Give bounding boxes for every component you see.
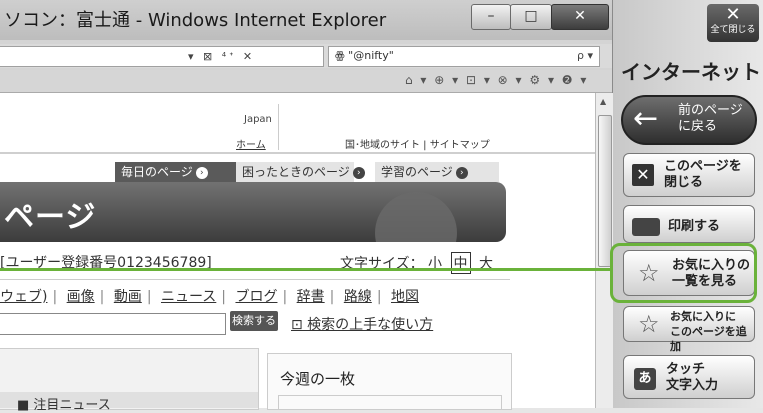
printer-icon	[632, 218, 660, 236]
close-all-button[interactable]: ✕ 全て閉じる	[707, 4, 759, 42]
tab-daily[interactable]: 毎日のページ ›	[115, 162, 237, 182]
search-provider: ꙮ "@nifty"	[335, 49, 394, 62]
close-page-button[interactable]: ✕ このページを 閉じる	[623, 153, 755, 197]
nav-link-map[interactable]: 地図	[391, 289, 419, 305]
highlight-box	[610, 243, 757, 303]
search-category-links: ウェブ) | 画像 | 動画 | ニュース | ブログ | 辞書 | 路線 | 地図	[0, 289, 419, 305]
nav-link-news[interactable]: ニュース	[161, 289, 216, 305]
nav-link-routes[interactable]: 路線	[344, 289, 372, 305]
nav-link-web[interactable]: ウェブ)	[0, 289, 47, 305]
highlight-line	[0, 268, 612, 271]
tab-arrow-icon: ›	[455, 166, 468, 179]
toolbar-icons[interactable]: ⌂ ▾ ⊕ ▾ ⊡ ▾ ⊗ ▾ ⚙ ▾ ❷ ▾	[405, 73, 588, 87]
globe-icon	[375, 192, 457, 242]
close-button[interactable]: ✕	[551, 4, 609, 30]
close-page-icon: ✕	[632, 164, 654, 186]
minimize-button[interactable]: –	[471, 4, 511, 30]
tab-arrow-icon: ›	[195, 166, 208, 179]
week-photo-frame	[278, 395, 502, 409]
search-help-link[interactable]: ⊡ 検索の上手な使い方	[291, 314, 433, 334]
add-favorite-button[interactable]: ☆ お気に入りに このページを追加	[623, 306, 755, 353]
country-links[interactable]: 国･地域のサイト | サイトマップ	[345, 136, 490, 151]
title-bar: ソコン：富士通 - Windows Internet Explorer – □ …	[0, 0, 612, 40]
page-banner: ページ	[0, 182, 506, 242]
region-label: Japan	[244, 114, 272, 125]
address-bar: ▾ ⊠ ⁴ᐩ ✕ ꙮ "@nifty" ρ ▾	[0, 44, 612, 68]
scroll-up-icon[interactable]: ▲	[600, 97, 606, 106]
nav-link-dictionary[interactable]: 辞書	[297, 289, 325, 305]
touch-input-button[interactable]: あ タッチ 文字入力	[623, 355, 755, 399]
tab-arrow-icon: ›	[352, 166, 365, 179]
week-photo-title: 今週の一枚	[280, 370, 356, 388]
banner-title: ページ	[4, 200, 97, 235]
tab-trouble[interactable]: 困ったときのページ ›	[236, 162, 365, 182]
hiragana-icon: あ	[634, 367, 656, 390]
command-bar: ⌂ ▾ ⊕ ▾ ⊡ ▾ ⊗ ▾ ⚙ ▾ ❷ ▾	[0, 70, 612, 93]
print-button[interactable]: 印刷する	[623, 205, 755, 243]
address-icons[interactable]: ▾ ⊠ ⁴ᐩ ✕	[188, 50, 255, 63]
panel-title: インターネット	[621, 60, 761, 84]
scroll-thumb[interactable]	[598, 115, 612, 267]
search-box[interactable]: ꙮ "@nifty" ρ ▾	[328, 46, 600, 67]
nav-link-videos[interactable]: 動画	[114, 289, 142, 305]
search-go-icon[interactable]: ρ ▾	[577, 49, 593, 62]
divider	[0, 279, 510, 280]
news-title: ■ 注目ニュース	[17, 398, 111, 413]
back-button[interactable]: ← 前のページ に戻る	[621, 95, 757, 145]
back-arrow-icon: ←	[633, 101, 659, 136]
nav-link-blog[interactable]: ブログ	[235, 289, 277, 305]
close-icon: ✕	[725, 4, 741, 25]
address-input[interactable]: ▾ ⊠ ⁴ᐩ ✕	[0, 46, 324, 67]
header-rule	[0, 152, 595, 154]
home-link[interactable]: ホーム	[236, 136, 266, 151]
tab-learning[interactable]: 学習のページ ›	[375, 162, 499, 182]
window-title: ソコン：富士通 - Windows Internet Explorer	[4, 10, 387, 31]
maximize-button[interactable]: □	[510, 4, 552, 30]
header-divider	[278, 104, 279, 150]
page-search-button[interactable]: 検索する	[230, 311, 278, 331]
nav-link-images[interactable]: 画像	[67, 289, 95, 305]
star-add-icon: ☆	[638, 310, 660, 338]
page-search-input[interactable]	[0, 313, 226, 335]
